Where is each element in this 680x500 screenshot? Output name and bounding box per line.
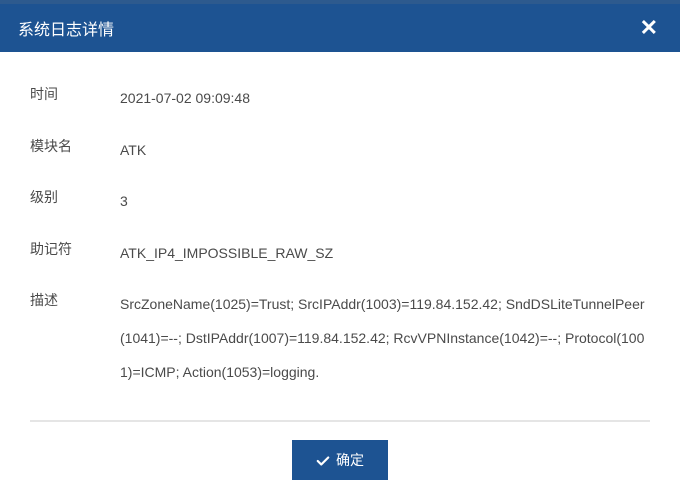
syslog-detail-dialog: 系统日志详情 ✕ 时间 2021-07-02 09:09:48 模块名 ATK …: [0, 0, 680, 500]
field-label-mnemonic: 助记符: [30, 237, 120, 262]
field-label-level: 级别: [30, 185, 120, 210]
field-row-time: 时间 2021-07-02 09:09:48: [30, 82, 650, 116]
field-value-time: 2021-07-02 09:09:48: [120, 82, 650, 116]
close-button[interactable]: ✕: [636, 17, 662, 39]
field-label-time: 时间: [30, 82, 120, 107]
dialog-header: 系统日志详情 ✕: [0, 4, 680, 52]
confirm-label: 确定: [336, 450, 364, 470]
dialog-footer: 确定: [0, 422, 680, 500]
field-value-description: SrcZoneName(1025)=Trust; SrcIPAddr(1003)…: [120, 288, 650, 389]
field-value-module: ATK: [120, 134, 650, 168]
close-icon: ✕: [640, 15, 658, 40]
field-row-mnemonic: 助记符 ATK_IP4_IMPOSSIBLE_RAW_SZ: [30, 237, 650, 271]
field-row-module: 模块名 ATK: [30, 134, 650, 168]
check-icon: [316, 452, 330, 468]
dialog-body: 时间 2021-07-02 09:09:48 模块名 ATK 级别 3 助记符 …: [0, 52, 680, 410]
dialog-title: 系统日志详情: [18, 16, 114, 40]
field-row-description: 描述 SrcZoneName(1025)=Trust; SrcIPAddr(10…: [30, 288, 650, 389]
field-label-module: 模块名: [30, 134, 120, 159]
field-label-description: 描述: [30, 288, 120, 313]
field-value-mnemonic: ATK_IP4_IMPOSSIBLE_RAW_SZ: [120, 237, 650, 271]
confirm-button[interactable]: 确定: [292, 440, 388, 480]
field-row-level: 级别 3: [30, 185, 650, 219]
field-value-level: 3: [120, 185, 650, 219]
